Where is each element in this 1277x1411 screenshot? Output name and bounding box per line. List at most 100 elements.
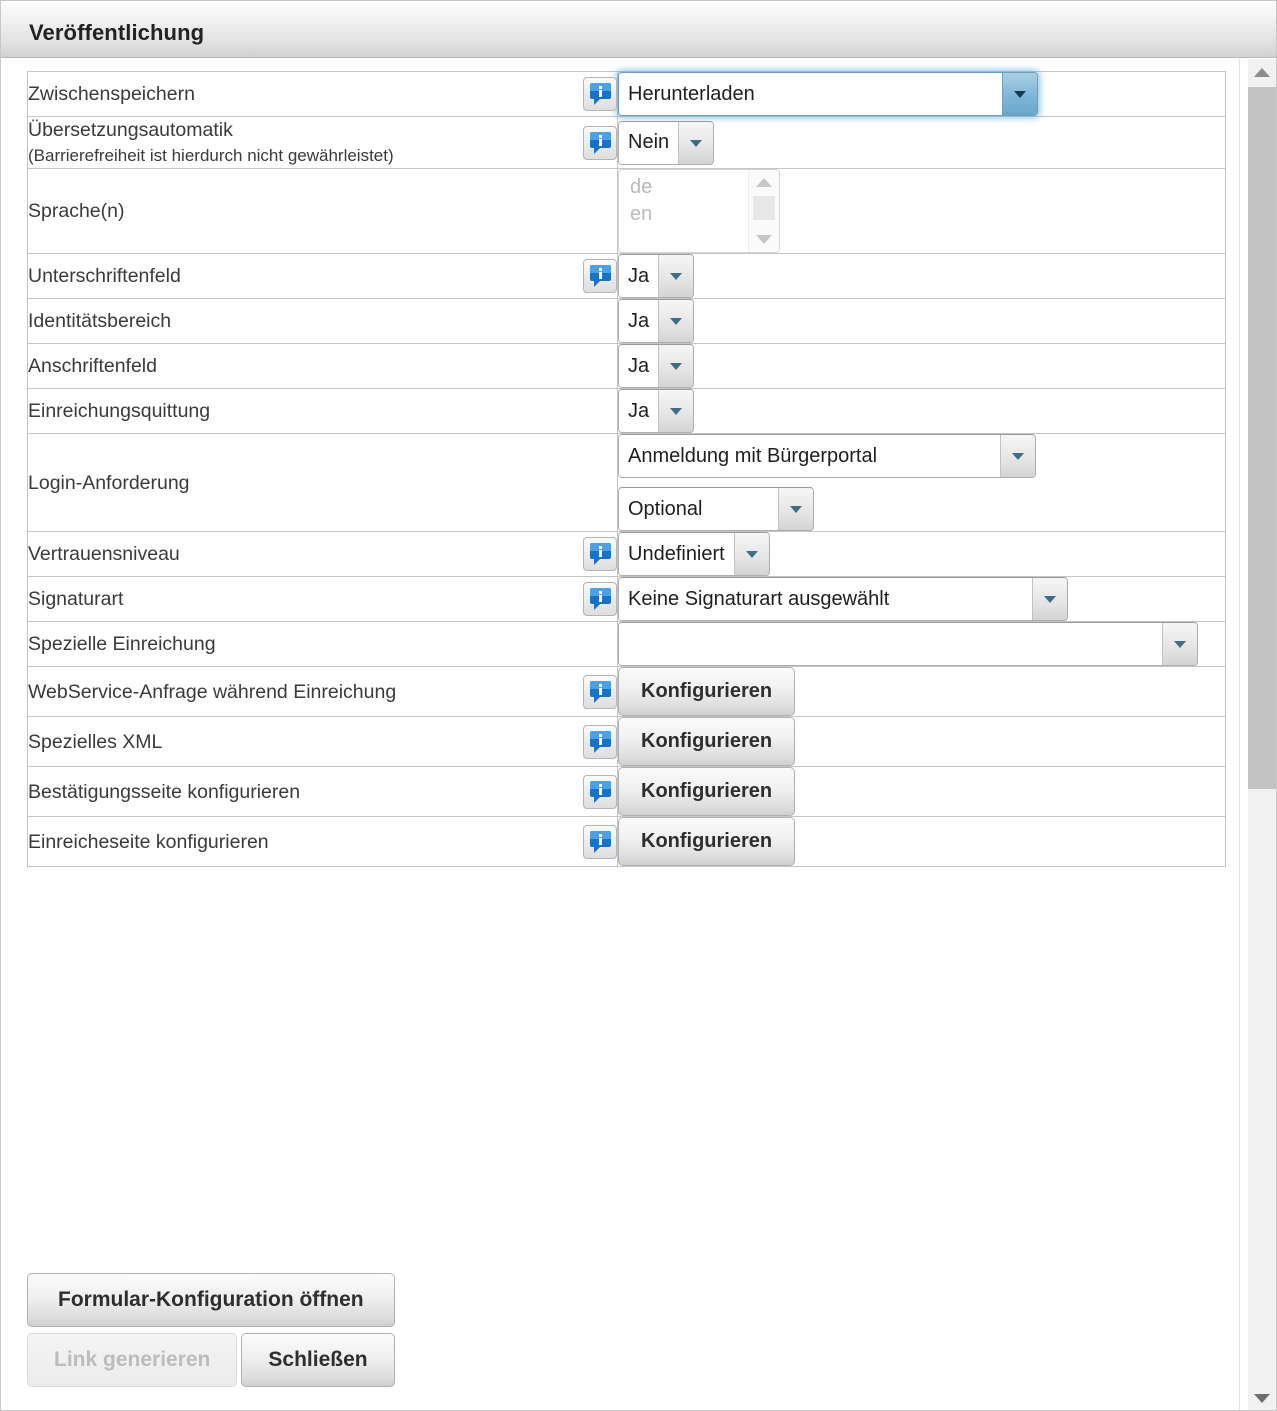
table-row: Zwischenspeichern Herunterladen: [27, 71, 1226, 117]
select-vertrauensniveau[interactable]: Undefiniert: [618, 532, 770, 577]
scrollbar-thumb[interactable]: [1248, 87, 1276, 789]
chevron-down-icon[interactable]: [1000, 435, 1035, 478]
table-row: Einreichungsquittung Ja: [27, 388, 1226, 435]
generate-link-button[interactable]: Link generieren: [27, 1333, 238, 1387]
select-value: Keine Signaturart ausgewählt: [619, 578, 1032, 621]
chevron-down-icon[interactable]: [733, 533, 769, 576]
row-control-cell: Ja: [617, 343, 1226, 390]
row-label: Anschriftenfeld: [28, 355, 157, 378]
row-label: WebService-Anfrage während Einreichung: [28, 680, 397, 703]
row-control-cell: Herunterladen: [617, 71, 1226, 117]
dialog-content: Zwischenspeichern Herunterladen Übersetz…: [1, 59, 1241, 1410]
row-label-cell: Zwischenspeichern: [27, 71, 618, 117]
table-row: Identitätsbereich Ja: [27, 298, 1226, 345]
row-label: Zwischenspeichern: [28, 82, 195, 105]
table-row: Bestätigungsseite konfigurieren Konfigur…: [27, 766, 1226, 818]
row-label-cell: Spezielles XML: [27, 716, 618, 768]
row-label-cell: Bestätigungsseite konfigurieren: [27, 766, 618, 818]
select-einreichungsquittung[interactable]: Ja: [618, 389, 695, 434]
select-value: Undefiniert: [619, 533, 734, 576]
row-label-cell: Vertrauensniveau: [27, 531, 618, 578]
select-signaturart[interactable]: Keine Signaturart ausgewählt: [618, 577, 1068, 622]
select-value: Herunterladen: [619, 73, 1002, 115]
select-value: Optional: [619, 488, 778, 531]
select-value: Ja: [619, 300, 659, 343]
row-control-cell: Ja: [617, 298, 1226, 345]
chevron-down-icon[interactable]: [1032, 578, 1067, 621]
row-control-cell: Anmeldung mit Bürgerportal Optional: [617, 433, 1226, 533]
row-label: Login-Anforderung: [28, 471, 190, 494]
configure-webservice-button[interactable]: Konfigurieren: [618, 667, 796, 717]
row-label-main: Übersetzungsautomatik: [28, 119, 233, 141]
table-row: Einreicheseite konfigurieren Konfigurier…: [27, 816, 1226, 868]
row-label: Identitätsbereich: [28, 310, 172, 333]
listbox-scrollbar[interactable]: [748, 170, 779, 253]
open-form-configuration-button[interactable]: Formular-Konfiguration öffnen: [27, 1273, 395, 1327]
chevron-down-icon[interactable]: [678, 121, 714, 164]
info-icon[interactable]: [583, 724, 617, 759]
table-row: Sprache(n) de en: [27, 168, 1226, 255]
scroll-down-icon[interactable]: [1248, 1385, 1276, 1410]
row-label-cell: Sprache(n): [27, 168, 618, 255]
select-anschriftenfeld[interactable]: Ja: [618, 344, 695, 389]
select-login-anforderung-modus[interactable]: Optional: [618, 487, 814, 532]
row-label-cell: Signaturart: [27, 576, 618, 623]
table-row: Anschriftenfeld Ja: [27, 343, 1226, 390]
list-item[interactable]: de: [630, 174, 745, 201]
row-label: Signaturart: [28, 588, 124, 611]
info-icon[interactable]: [583, 77, 617, 111]
chevron-down-icon[interactable]: [1162, 623, 1197, 666]
table-row: Spezielles XML Konfigurieren: [27, 716, 1226, 768]
footer-row-primary: Formular-Konfiguration öffnen: [27, 1273, 1225, 1327]
row-label-cell: WebService-Anfrage während Einreichung: [27, 666, 618, 718]
info-icon[interactable]: [583, 674, 617, 709]
row-label-cell: Unterschriftenfeld: [27, 253, 618, 300]
settings-table: Zwischenspeichern Herunterladen Übersetz…: [27, 71, 1226, 868]
row-control-cell: Konfigurieren: [617, 816, 1226, 868]
info-icon[interactable]: [583, 259, 617, 294]
vertical-scrollbar[interactable]: [1239, 59, 1276, 1410]
select-value: Ja: [619, 255, 659, 298]
table-row: Spezielle Einreichung: [27, 621, 1226, 668]
chevron-down-icon[interactable]: [658, 255, 694, 298]
scroll-up-icon[interactable]: [756, 178, 772, 188]
select-value: [619, 623, 1162, 666]
row-control-cell: Nein: [617, 115, 1226, 170]
chevron-down-icon[interactable]: [658, 345, 694, 388]
row-label: Spezielle Einreichung: [28, 633, 216, 656]
row-label: Einreicheseite konfigurieren: [28, 830, 269, 853]
select-unterschriftenfeld[interactable]: Ja: [618, 254, 695, 299]
listbox-sprachen[interactable]: de en: [618, 169, 780, 254]
dialog-title: Veröffentlichung: [29, 20, 205, 45]
scroll-up-icon[interactable]: [1248, 59, 1276, 85]
select-uebersetzungsautomatik[interactable]: Nein: [618, 120, 715, 165]
chevron-down-icon[interactable]: [658, 300, 694, 343]
list-item[interactable]: en: [630, 201, 745, 228]
row-control-cell: [617, 621, 1226, 668]
select-identitaetsbereich[interactable]: Ja: [618, 299, 695, 344]
row-label-sub: (Barrierefreiheit ist hierdurch nicht ge…: [28, 146, 394, 166]
chevron-down-icon[interactable]: [1002, 73, 1037, 115]
chevron-down-icon[interactable]: [778, 488, 813, 531]
chevron-down-icon[interactable]: [658, 390, 694, 433]
info-icon[interactable]: [583, 824, 617, 859]
info-icon[interactable]: [583, 774, 617, 809]
info-icon[interactable]: [583, 537, 617, 572]
row-control-cell: Undefiniert: [617, 531, 1226, 578]
select-value: Ja: [619, 345, 659, 388]
select-login-anforderung[interactable]: Anmeldung mit Bürgerportal: [618, 434, 1036, 479]
scroll-down-icon[interactable]: [756, 235, 772, 245]
select-zwischenspeichern[interactable]: Herunterladen: [618, 72, 1038, 116]
list-item[interactable]: [630, 228, 745, 237]
configure-submission-page-button[interactable]: Konfigurieren: [618, 817, 796, 867]
row-label: Vertrauensniveau: [28, 543, 180, 566]
row-label: Bestätigungsseite konfigurieren: [28, 780, 301, 803]
configure-xml-button[interactable]: Konfigurieren: [618, 717, 796, 767]
row-label: Übersetzungsautomatik (Barrierefreiheit …: [28, 117, 394, 168]
configure-confirmation-page-button[interactable]: Konfigurieren: [618, 767, 796, 817]
select-spezielle-einreichung[interactable]: [618, 622, 1198, 667]
close-button[interactable]: Schließen: [241, 1333, 395, 1387]
info-icon[interactable]: [583, 582, 617, 617]
scroll-thumb[interactable]: [753, 196, 775, 221]
info-icon[interactable]: [583, 125, 617, 160]
